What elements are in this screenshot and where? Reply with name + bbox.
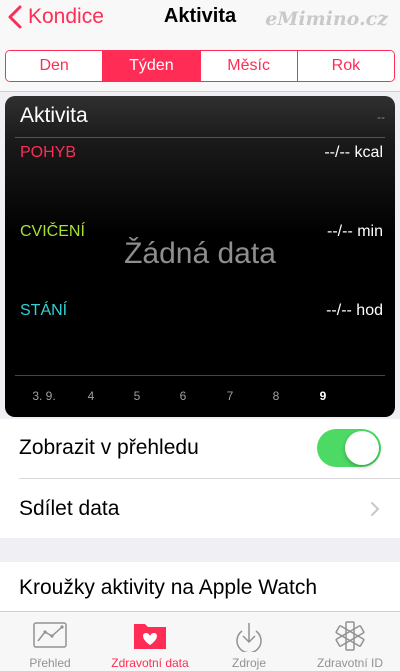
chevron-right-icon [371, 502, 379, 516]
tab-medical-id-label: Zdravotní ID [316, 656, 384, 670]
axis-day-label: 6 [179, 389, 187, 403]
tab-sources[interactable]: Zdroje [209, 612, 289, 671]
overview-chart-icon [33, 622, 67, 648]
show-in-overview-label: Zobrazit v přehledu [19, 436, 199, 459]
watermark: eMimino.cz [265, 8, 388, 30]
no-data-message: Žádná data [124, 237, 276, 270]
metric-move-label: POHYB [20, 144, 77, 161]
axis-day-label-current: 9 [319, 389, 327, 403]
share-data-row[interactable]: Sdílet data [0, 479, 400, 538]
health-data-heart-icon [134, 624, 166, 649]
card-title: Aktivita [20, 104, 88, 127]
tab-overview[interactable]: Přehled [10, 612, 90, 671]
metric-move-value: --/-- kcal [324, 144, 383, 161]
show-in-overview-toggle[interactable] [317, 429, 381, 467]
axis-day-label: 7 [226, 389, 234, 403]
chart-axis-line [15, 375, 385, 376]
tab-overview-label: Přehled [29, 656, 71, 670]
axis-day-label: 8 [272, 389, 280, 403]
activity-chart-card: Aktivita -- POHYB --/-- kcal CVIČENÍ --/… [5, 96, 395, 417]
period-segmented-control: Den Týden Měsíc Rok [5, 50, 395, 82]
apple-watch-rings-label: Kroužky aktivity na Apple Watch [19, 576, 318, 599]
segment-week[interactable]: Týden [102, 51, 200, 81]
axis-day-label: 5 [133, 389, 141, 403]
period-selector-bar: Den Týden Měsíc Rok [0, 40, 400, 92]
segment-month[interactable]: Měsíc [199, 51, 297, 81]
apple-watch-rings-row[interactable]: Kroužky aktivity na Apple Watch [0, 562, 400, 611]
tab-health-data-label: Zdravotní data [111, 656, 189, 670]
medical-id-asterisk-icon [335, 621, 365, 651]
card-title-value: -- [377, 110, 385, 124]
navigation-bar: Kondice Aktivita eMimino.cz [0, 0, 400, 40]
segment-day[interactable]: Den [6, 51, 103, 81]
toggle-knob [345, 431, 379, 465]
segment-year[interactable]: Rok [296, 51, 394, 81]
card-divider [15, 137, 385, 138]
tab-health-data[interactable]: Zdravotní data [100, 612, 200, 671]
metric-stand-value: --/-- hod [326, 302, 383, 319]
share-data-label: Sdílet data [19, 497, 120, 520]
sources-download-icon [236, 623, 262, 652]
tab-medical-id[interactable]: Zdravotní ID [300, 612, 400, 671]
tab-sources-label: Zdroje [231, 656, 266, 670]
tab-bar: Přehled Zdravotní data Zdroje Zdravotní … [0, 611, 400, 671]
axis-day-label: 4 [87, 389, 95, 403]
metric-stand-label: STÁNÍ [20, 302, 68, 319]
axis-day-label: 3. 9. [32, 389, 56, 403]
